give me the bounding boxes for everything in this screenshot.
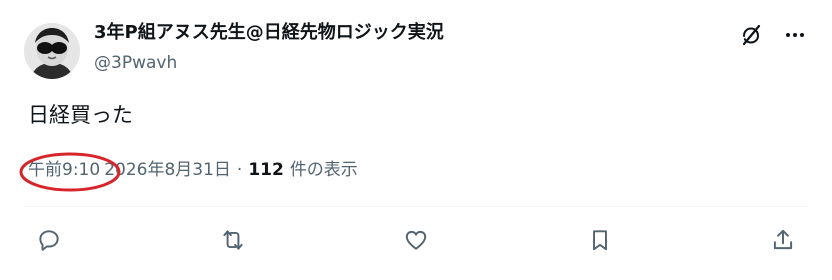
- grok-icon[interactable]: [740, 24, 762, 46]
- post-card: 3年P組アヌス先生@日経先物ロジック実況 @3Pwavh 日経買った 午前9:1…: [0, 0, 832, 280]
- author-display-name[interactable]: 3年P組アヌス先生@日経先物ロジック実況: [94, 22, 444, 44]
- bookmark-icon[interactable]: [587, 227, 613, 253]
- like-icon[interactable]: [403, 227, 429, 253]
- reply-icon[interactable]: [36, 227, 62, 253]
- author-handle[interactable]: @3Pwavh: [94, 52, 444, 74]
- top-actions: [740, 24, 806, 46]
- author-block: 3年P組アヌス先生@日経先物ロジック実況 @3Pwavh: [94, 22, 444, 74]
- repost-icon[interactable]: [220, 227, 246, 253]
- avatar-image: [24, 23, 80, 79]
- action-bar: [24, 220, 808, 260]
- share-icon[interactable]: [770, 227, 796, 253]
- divider: [24, 206, 808, 207]
- view-count: 112: [248, 160, 284, 180]
- more-icon[interactable]: [784, 24, 806, 46]
- meta-separator-2: ·: [236, 160, 243, 180]
- post-date[interactable]: 2026年8月31日: [104, 158, 231, 182]
- avatar[interactable]: [24, 23, 80, 79]
- view-label: 件の表示: [289, 160, 358, 180]
- post-text: 日経買った: [28, 103, 133, 127]
- post-meta: 午前9:10 · 2026年8月31日 · 112 件の表示: [28, 158, 358, 182]
- post-time[interactable]: 午前9:10: [28, 158, 100, 182]
